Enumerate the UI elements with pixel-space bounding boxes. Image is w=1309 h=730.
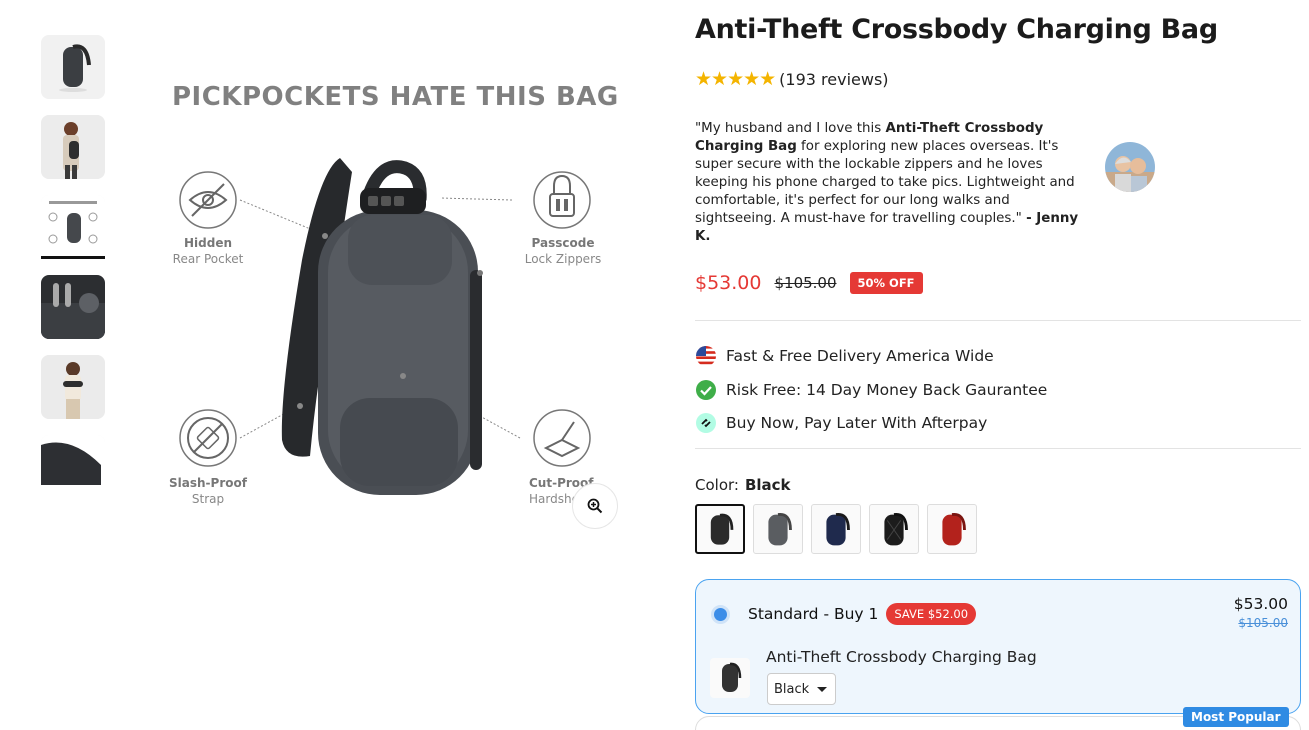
selected-color: Black [744,476,791,494]
bundle-title-row: Standard - Buy 1 SAVE $52.00 [748,603,977,625]
swatch-navy[interactable] [811,504,861,554]
bundle-option-standard[interactable]: Standard - Buy 1 SAVE $52.00 $53.00 $105… [695,579,1301,714]
feature-title: Hidden [183,236,233,250]
variant-value: Black [774,682,810,697]
bundle-price: $53.00 [1233,595,1288,613]
feature-title: Slash-Proof [169,476,247,490]
zoom-in-icon [587,498,603,514]
swatch-black[interactable] [695,504,745,554]
thumbnail-bag-side[interactable] [41,435,105,485]
benefit-guarantee: Risk Free: 14 Day Money Back Gaurantee [695,379,1301,401]
bundle-old-price: $105.00 [1238,616,1288,630]
feature-subtitle: Rear Pocket [172,252,244,266]
bundle-item-name: Anti-Theft Crossbody Charging Bag [766,648,1037,666]
feature-slash-proof: Slash-Proof Strap [143,476,273,506]
benefits-list: Fast & Free Delivery America Wide Risk F… [695,345,1301,434]
bundle-radio[interactable] [711,605,730,624]
original-price: $105.00 [774,274,837,292]
feature-subtitle: Lock Zippers [524,252,602,266]
reviews-count[interactable]: (193 reviews) [779,70,888,89]
afterpay-icon [695,412,717,434]
bundle-title: Standard - Buy 1 [748,605,879,623]
color-label-text: Color: [695,476,739,494]
variant-select[interactable]: Black [767,673,836,705]
current-price: $53.00 [695,272,762,294]
main-product-image: PICKPOCKETS HATE THIS BAG Hidden Rear Po… [140,60,640,550]
feature-subtitle: Strap [191,492,225,506]
zoom-button[interactable] [572,483,618,529]
divider [695,320,1301,321]
benefit-text: Buy Now, Pay Later With Afterpay [726,414,988,432]
thumbnail-model-holding[interactable] [41,355,105,419]
color-swatches [695,504,1301,554]
bundle-price-block: $53.00 $105.00 [1234,595,1288,630]
us-flag-icon [695,345,717,367]
star-rating-icon: ★★★★★ [695,68,776,90]
thumbnail-infographic[interactable] [41,195,105,259]
check-circle-icon [695,379,717,401]
reviewer-avatar [1105,142,1155,192]
product-title: Anti-Theft Crossbody Charging Bag [695,14,1218,45]
benefit-delivery: Fast & Free Delivery America Wide [695,345,1301,367]
divider [695,448,1301,449]
thumbnail-bag-front[interactable] [41,35,105,99]
most-popular-badge: Most Popular [1183,707,1289,727]
testimonial-part: "My husband and I love this [695,121,886,136]
discount-badge: 50% OFF [849,272,923,294]
swatch-grey[interactable] [753,504,803,554]
thumbnail-model-wearing[interactable] [41,115,105,179]
swatch-red[interactable] [927,504,977,554]
thumbnail-lock-closeup[interactable] [41,275,105,339]
benefit-afterpay: Buy Now, Pay Later With Afterpay [695,412,1301,434]
save-badge: SAVE $52.00 [886,603,977,625]
color-label: Color: Black [695,476,1301,494]
infographic-headline: PICKPOCKETS HATE THIS BAG [172,82,619,112]
benefit-text: Fast & Free Delivery America Wide [726,347,994,365]
rating-row[interactable]: ★★★★★ (193 reviews) [695,68,1301,90]
feature-passcode-zippers: Passcode Lock Zippers [498,236,628,266]
thumbnail-list [41,35,105,501]
chevron-down-icon [817,687,827,692]
testimonial-text: "My husband and I love this Anti-Theft C… [695,120,1095,246]
testimonial: "My husband and I love this Anti-Theft C… [695,120,1301,246]
feature-title: Passcode [531,236,595,250]
swatch-black-pattern[interactable] [869,504,919,554]
bundle-item-thumbnail [710,658,750,698]
product-info: Anti-Theft Crossbody Charging Bag ★★★★★ … [695,14,1301,554]
price-row: $53.00 $105.00 50% OFF [695,272,1301,294]
feature-hidden-pocket: Hidden Rear Pocket [143,236,273,266]
benefit-text: Risk Free: 14 Day Money Back Gaurantee [726,380,1048,399]
